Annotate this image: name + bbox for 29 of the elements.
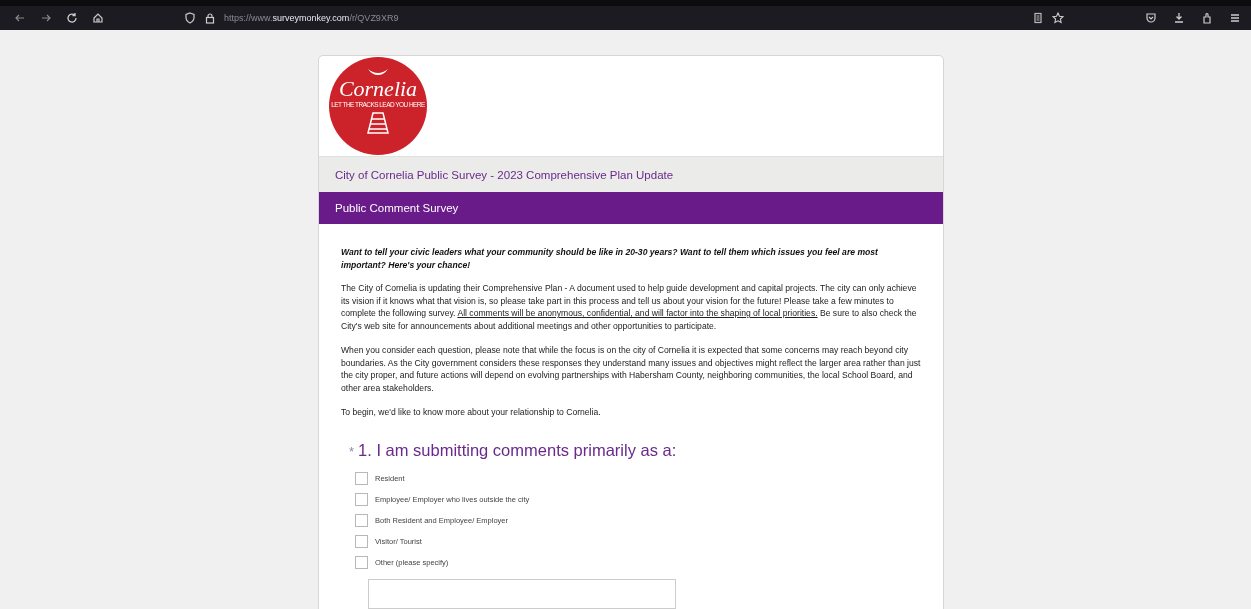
checkbox[interactable] <box>355 555 368 569</box>
logo-name: Cornelia <box>338 77 418 101</box>
survey-title: City of Cornelia Public Survey - 2023 Comprehensive Plan Update <box>335 168 674 181</box>
back-icon[interactable] <box>14 12 26 24</box>
menu-icon[interactable] <box>1229 12 1241 24</box>
required-mark: * <box>349 443 355 459</box>
checkbox[interactable] <box>355 492 368 506</box>
lock-icon[interactable] <box>204 12 216 24</box>
page-title: Public Comment Survey <box>335 202 459 214</box>
intro-lead-text: Want to tell your civic leaders what your community should be like in 20-30 years? Want to tell them which issues you feel are most important? Here's your chance! <box>341 246 879 272</box>
reload-icon[interactable] <box>66 12 78 24</box>
reader-view-icon[interactable] <box>1032 12 1044 24</box>
checkbox[interactable] <box>355 513 368 527</box>
download-icon[interactable] <box>1173 12 1185 24</box>
question-title: 1. I am submitting comments primarily as a: <box>358 440 677 460</box>
star-icon[interactable] <box>1052 12 1064 24</box>
pocket-icon[interactable] <box>1145 12 1157 24</box>
body-paragraph: The City of Cornelia is updating their Comprehensive Plan - A document used to help guide development and capital projects. The city can only achieve its vision if it knows what that vision is, so please take part in this process and tell us about your vision for the future! Please take a few minutes to complete the following survey. All comments will be anonymous, confidential, and will factor into the shaping of local priorities. Be sure to also check the City's web site for announcements about additional meetings and other opportunities to participate. <box>341 282 918 332</box>
body-paragraph: When you consider each question, please note that while the focus is on the city of Cornelia it is expected that some concerns may reach beyond city boundaries. As the City government considers these responses they understand many issues and objectives might reflect the larger area rather than just the city proper, and future actions will depend on evolving partnerships with Habersham County, neighboring communities, the local School Board, and other area stakeholders. <box>341 344 921 394</box>
shield-icon[interactable] <box>184 12 196 24</box>
checkbox[interactable] <box>355 471 368 485</box>
forward-icon[interactable] <box>40 12 52 24</box>
checkbox[interactable] <box>355 534 368 548</box>
home-icon[interactable] <box>92 12 104 24</box>
body-paragraph: To begin, we'd like to know more about your relationship to Cornelia. <box>341 406 602 419</box>
url-text[interactable]: https://www.surveymonkey.com/r/QVZ9XR9 <box>224 13 399 23</box>
extensions-icon[interactable] <box>1201 12 1213 24</box>
railroad-tracks-icon <box>366 112 390 134</box>
text-field[interactable] <box>368 578 676 609</box>
